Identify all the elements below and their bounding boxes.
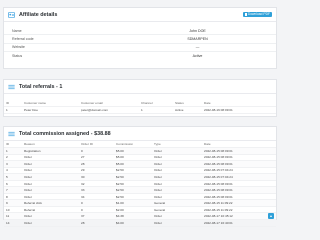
cell: Order (22, 219, 79, 227)
affiliate-details-panel: Affiliate details Download PDF Name John… (3, 7, 277, 69)
name-value: John DOE (189, 28, 206, 33)
referral-code-value: SDMARPEN (187, 37, 208, 42)
affiliate-row-referral-code: Referral code SDMARPEN (4, 35, 276, 44)
status-value: Active (192, 53, 203, 58)
table-row: 14 Order 28 $4.00 Order 2022-08-17 16:40:01 (4, 219, 276, 227)
id-card-icon (8, 11, 15, 18)
cell: Active (173, 106, 202, 114)
affiliate-row-name: Name John DOE (4, 27, 276, 36)
referrals-title: Total referrals - 1 (19, 83, 63, 90)
commission-table: ID Reason Order ID Commission Type Date … (4, 141, 276, 227)
affiliate-row-website: Website — (4, 44, 276, 53)
export-pdf-label: Download PDF (247, 12, 270, 16)
cell: 28 (79, 219, 114, 227)
file-icon (244, 13, 247, 16)
table-row: 1 Peter Doe peter@domain.com 1 Active 20… (4, 106, 276, 114)
referral-code-key: Referral code (12, 37, 34, 42)
commission-table-body: 1 Registration 0 $5.00 Order 2022-08-15 08:09… (4, 147, 276, 227)
cell: peter@domain.com (79, 106, 139, 114)
commission-title: Total commission assigned - $38.88 (19, 130, 111, 137)
scroll-to-top-button[interactable] (268, 213, 274, 219)
arrow-up-icon (270, 215, 272, 217)
list-icon (8, 131, 15, 136)
name-key: Name (12, 28, 22, 33)
affiliate-details-header: Affiliate details Download PDF (4, 8, 276, 22)
list-icon (8, 84, 15, 89)
referrals-header: Total referrals - 1 (4, 80, 276, 94)
referrals-table: ID Customer name Customer email Channel … (4, 100, 276, 114)
website-value: — (195, 45, 200, 50)
cell: Order (152, 219, 202, 227)
cell: 1 (4, 106, 22, 114)
referrals-panel: Total referrals - 1 ID Customer name Cus… (3, 79, 277, 117)
cell: 2022-08-16 08:09:01 (202, 106, 276, 114)
affiliate-row-status: Status Active (4, 52, 276, 59)
cell: 2022-08-17 16:40:01 (202, 219, 276, 227)
cell: Peter Doe (22, 106, 79, 114)
website-key: Website (12, 45, 25, 50)
status-key: Status (12, 53, 23, 58)
export-pdf-button[interactable]: Download PDF (242, 12, 272, 17)
commission-header: Total commission assigned - $38.88 (4, 127, 276, 141)
affiliate-details-title: Affiliate details (19, 11, 58, 18)
cell: $4.00 (114, 219, 152, 227)
cell: 14 (4, 219, 22, 227)
cell: 1 (139, 106, 173, 114)
commission-panel: Total commission assigned - $38.88 ID Re… (3, 126, 277, 227)
